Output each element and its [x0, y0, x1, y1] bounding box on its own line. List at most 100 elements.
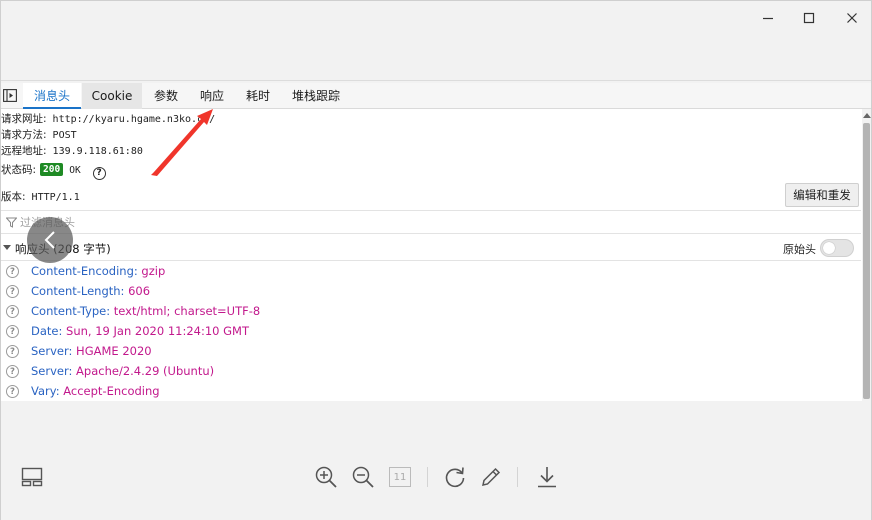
- image-viewer-window: 消息头 Cookie 参数 响应 耗时 堆栈跟踪 请求网址: http://kya…: [0, 0, 872, 520]
- status-label: 状态码:: [1, 164, 37, 176]
- header-value: HGAME 2020: [76, 344, 152, 358]
- header-help-icon[interactable]: ?: [6, 385, 19, 398]
- previous-image-button[interactable]: [27, 217, 73, 263]
- close-button[interactable]: [837, 7, 867, 29]
- header-name: Content-Type:: [31, 304, 111, 318]
- response-headers-section-header[interactable]: 响应头 (208 字节) 原始头: [1, 235, 861, 261]
- filter-icon: [6, 217, 17, 228]
- request-method-label: 请求方法:: [1, 129, 47, 141]
- header-value: Sun, 19 Jan 2020 11:24:10 GMT: [66, 324, 249, 338]
- request-method-value: POST: [52, 130, 77, 141]
- header-help-icon[interactable]: ?: [6, 345, 19, 358]
- header-row: ? Content-Type: text/html; charset=UTF-8: [1, 302, 861, 322]
- header-row: ? Content-Length: 606: [1, 282, 861, 302]
- status-line: 状态码: 200 OK?: [1, 162, 106, 180]
- title-bar: [1, 1, 871, 81]
- header-name: Content-Length:: [31, 284, 125, 298]
- header-row: ? Server: Apache/2.4.29 (Ubuntu): [1, 362, 861, 382]
- header-text[interactable]: Server: Apache/2.4.29 (Ubuntu): [31, 364, 214, 378]
- header-text[interactable]: Content-Length: 606: [31, 284, 150, 298]
- request-method-line: 请求方法: POST: [1, 127, 77, 142]
- close-icon: [847, 13, 857, 23]
- header-value: 606: [128, 284, 151, 298]
- toggle-knob: [823, 242, 835, 254]
- tab-stack-trace[interactable]: 堆栈跟踪: [284, 83, 348, 109]
- rotate-button[interactable]: [442, 464, 468, 490]
- request-url-line: 请求网址: http://kyaru.hgame.n3ko.co/: [1, 111, 215, 126]
- version-label: 版本:: [1, 191, 26, 203]
- header-value: gzip: [141, 264, 166, 278]
- viewer-toolbar: 11: [1, 402, 871, 520]
- scroll-up-arrow-icon[interactable]: [863, 113, 871, 118]
- layout-icon: [21, 467, 43, 487]
- tab-headers[interactable]: 消息头: [23, 83, 81, 109]
- zoom-in-button[interactable]: [313, 464, 339, 490]
- header-help-icon[interactable]: ?: [6, 325, 19, 338]
- raw-headers-toggle[interactable]: [820, 239, 854, 257]
- header-help-icon[interactable]: ?: [6, 305, 19, 318]
- header-help-icon[interactable]: ?: [6, 265, 19, 278]
- status-badge: 200: [40, 163, 64, 176]
- remote-address-label: 远程地址:: [1, 145, 47, 157]
- devtools-panel: 消息头 Cookie 参数 响应 耗时 堆栈跟踪 请求网址: http://kya…: [1, 83, 871, 401]
- request-url-label: 请求网址:: [1, 113, 47, 125]
- scrollbar-thumb[interactable]: [863, 123, 870, 399]
- edit-and-resend-button[interactable]: 编辑和重发: [785, 183, 859, 207]
- zoom-in-icon: [315, 466, 337, 488]
- tab-cookie[interactable]: Cookie: [82, 83, 142, 109]
- header-row: ? Content-Encoding: gzip: [1, 262, 861, 282]
- filter-row: [1, 210, 861, 234]
- header-text[interactable]: Date: Sun, 19 Jan 2020 11:24:10 GMT: [31, 324, 249, 338]
- edit-button[interactable]: [478, 464, 504, 490]
- header-row: ? Date: Sun, 19 Jan 2020 11:24:10 GMT: [1, 322, 861, 342]
- filter-headers-input[interactable]: [20, 214, 620, 231]
- version-line: 版本: HTTP/1.1: [1, 189, 80, 204]
- header-value: Accept-Encoding: [63, 384, 160, 398]
- header-text[interactable]: Content-Type: text/html; charset=UTF-8: [31, 304, 260, 318]
- tab-response[interactable]: 响应: [192, 83, 232, 109]
- raw-headers-label: 原始头: [783, 243, 816, 256]
- minimize-icon: [763, 17, 773, 20]
- header-name: Vary:: [31, 384, 60, 398]
- header-row: ? Vary: Accept-Encoding: [1, 382, 861, 401]
- remote-address-value: 139.9.118.61:80: [52, 146, 143, 157]
- header-name: Content-Encoding:: [31, 264, 138, 278]
- collapse-caret-icon[interactable]: [3, 245, 11, 250]
- page-number: 11: [393, 471, 407, 483]
- devtools-tab-bar: 消息头 Cookie 参数 响应 耗时 堆栈跟踪: [1, 83, 871, 109]
- minimize-button[interactable]: [753, 7, 783, 29]
- chevron-left-icon: [44, 231, 55, 249]
- header-help-icon[interactable]: ?: [6, 365, 19, 378]
- toolbar-divider: [427, 467, 428, 487]
- header-name: Server:: [31, 344, 73, 358]
- header-row: ? Server: HGAME 2020: [1, 342, 861, 362]
- header-name: Server:: [31, 364, 73, 378]
- download-button[interactable]: [534, 464, 560, 490]
- rotate-icon: [445, 467, 465, 488]
- dock-side-icon[interactable]: [3, 89, 17, 102]
- layout-button[interactable]: [19, 464, 45, 490]
- zoom-out-button[interactable]: [350, 464, 376, 490]
- page-icon: 11: [389, 467, 411, 487]
- maximize-button[interactable]: [794, 7, 824, 29]
- header-text[interactable]: Content-Encoding: gzip: [31, 264, 165, 278]
- tab-params[interactable]: 参数: [146, 83, 186, 109]
- request-url-value[interactable]: http://kyaru.hgame.n3ko.co/: [53, 114, 216, 125]
- version-value: HTTP/1.1: [31, 192, 80, 203]
- header-value: Apache/2.4.29 (Ubuntu): [76, 364, 215, 378]
- edit-icon: [482, 467, 501, 486]
- status-text: OK: [69, 165, 81, 176]
- vertical-scrollbar[interactable]: [862, 109, 871, 401]
- header-text[interactable]: Vary: Accept-Encoding: [31, 384, 160, 398]
- header-text[interactable]: Server: HGAME 2020: [31, 344, 152, 358]
- download-icon: [538, 467, 556, 488]
- remote-address-line: 远程地址: 139.9.118.61:80: [1, 143, 143, 158]
- help-icon[interactable]: ?: [92, 166, 106, 180]
- actual-size-button[interactable]: 11: [387, 464, 413, 490]
- header-value: text/html; charset=UTF-8: [113, 304, 261, 318]
- header-name: Date:: [31, 324, 63, 338]
- header-help-icon[interactable]: ?: [6, 285, 19, 298]
- toolbar-divider: [517, 467, 518, 487]
- tab-timings[interactable]: 耗时: [238, 83, 278, 109]
- maximize-icon: [803, 12, 815, 24]
